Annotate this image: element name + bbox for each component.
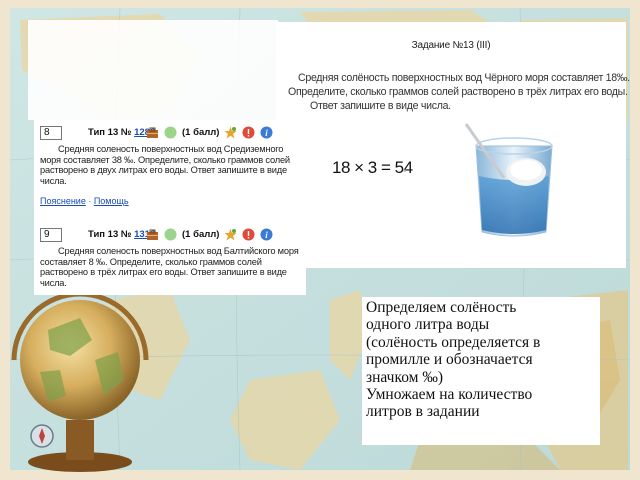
explanation-line: литров в задании [366, 403, 480, 421]
glass-of-water-icon [464, 123, 553, 237]
alert-icon[interactable] [242, 228, 255, 241]
star-icon[interactable] [224, 228, 237, 241]
divider [34, 220, 306, 221]
info-icon[interactable]: i [260, 228, 273, 241]
task-line: Средняя солёность поверхностных вод Чёрн… [298, 72, 630, 84]
explanation-line: промилле и обозначается [366, 351, 533, 369]
explanation-line: Определяем солёность [366, 299, 517, 316]
explanation-line: Умножаем на количество [366, 386, 533, 404]
explanation-line: (солёность определяется в [366, 333, 541, 351]
explanation-box: Определяем солёность одного литра воды (… [362, 297, 600, 445]
problem-links: Пояснение · Помощь [40, 196, 129, 206]
alert-icon[interactable] [242, 126, 255, 139]
problem-number: 8 [40, 126, 62, 140]
type-prefix: Тип 13 № [88, 127, 135, 138]
problem-text: Средняя соленость поверхностных вод Сред… [40, 144, 290, 186]
problem-item: 9 Тип 13 № 1316 (1 балл) i Средняя солен… [40, 228, 302, 288]
task-line: Ответ запишите в виде числа. [310, 100, 451, 112]
star-icon[interactable] [224, 126, 237, 139]
briefcase-icon[interactable] [146, 126, 159, 139]
task-title: Задание №13 (III) [411, 40, 491, 51]
explanation-line: одного литра воды [366, 316, 490, 334]
points-label: (1 балл) [182, 127, 220, 138]
task-line: Определите, сколько граммов солей раство… [288, 86, 628, 98]
problems-card: 8 Тип 13 № 1286 (1 балл) i Средняя солен… [34, 120, 306, 295]
problem-number: 9 [40, 228, 62, 242]
green-dot-icon [164, 228, 177, 241]
cursor-mark: • [403, 166, 407, 176]
task-card: Задание №13 (III) Средняя солёность пове… [276, 22, 630, 268]
type-prefix: Тип 13 № [88, 229, 135, 240]
help-link[interactable]: Помощь [94, 196, 129, 206]
explanation-text: Определяем солёность одного литра воды (… [366, 299, 598, 421]
explanation-line: значком ‰) [366, 368, 444, 386]
briefcase-icon[interactable] [146, 228, 159, 241]
calculation: 18 × 3 = 54 [332, 158, 413, 177]
problem-item: 8 Тип 13 № 1286 (1 балл) i Средняя солен… [40, 126, 302, 206]
points-label: (1 балл) [182, 229, 220, 240]
green-dot-icon [164, 126, 177, 139]
problem-text: Средняя соленость поверхностных вод Балт… [40, 246, 299, 288]
info-icon[interactable]: i [260, 126, 273, 139]
explanation-link[interactable]: Пояснение [40, 196, 86, 206]
